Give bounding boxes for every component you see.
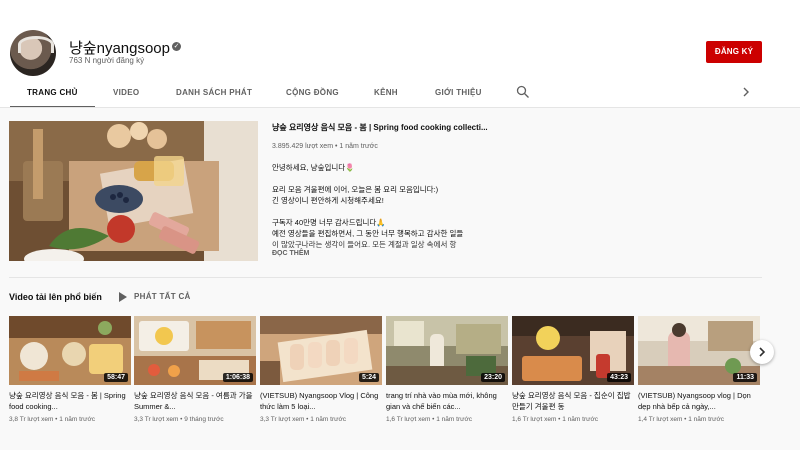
tab-about[interactable]: GIỚI THIỆU — [435, 88, 482, 97]
read-more-link[interactable]: ĐỌC THÊM — [272, 250, 309, 257]
page-margin — [772, 108, 800, 450]
header-divider — [0, 107, 800, 108]
video-meta: 3,3 Tr lượt xem • 9 tháng trước — [134, 416, 224, 423]
video-thumbnail[interactable]: 1:06:38 — [134, 316, 256, 385]
tab-community[interactable]: CỘNG ĐỒNG — [286, 88, 339, 97]
tab-playlists[interactable]: DANH SÁCH PHÁT — [176, 88, 252, 97]
carousel-next-button[interactable] — [750, 340, 774, 364]
video-meta: 3,8 Tr lượt xem • 1 năm trước — [9, 416, 95, 423]
description-line: 긴 영상이니 편안하게 시청해주세요! — [272, 196, 384, 205]
video-thumbnail[interactable]: 23:20 — [386, 316, 508, 385]
video-thumbnail[interactable]: 5:24 — [260, 316, 382, 385]
video-thumbnail[interactable]: 11:33 — [638, 316, 760, 385]
tab-videos[interactable]: VIDEO — [113, 88, 139, 97]
chevron-right-icon — [759, 347, 766, 357]
section-divider — [9, 277, 762, 278]
channel-tabs: TRANG CHỦ VIDEO DANH SÁCH PHÁT CỘNG ĐỒNG… — [0, 80, 800, 108]
video-title[interactable]: (VIETSUB) Nyangsoop vlog | Dọn dẹp nhà b… — [638, 390, 760, 412]
chevron-right-icon[interactable] — [740, 85, 752, 99]
video-thumbnail[interactable]: 43:23 — [512, 316, 634, 385]
video-title[interactable]: (VIETSUB) Nyangsoop Vlog | Công thức làm… — [260, 390, 382, 412]
subscribe-button[interactable]: ĐĂNG KÝ — [706, 41, 762, 63]
video-duration: 23:20 — [481, 373, 505, 382]
featured-video-title[interactable]: 냥숲 요리영상 음식 모음 - 봄 | Spring food cooking … — [272, 122, 512, 133]
video-meta: 1,6 Tr lượt xem • 1 năm trước — [386, 416, 472, 423]
search-icon[interactable] — [516, 85, 530, 99]
video-meta: 3,3 Tr lượt xem • 1 năm trước — [260, 416, 346, 423]
description-line: 이 많았구나라는 생각이 들어요. 모든 계절과 일상 속에서 항 — [272, 240, 457, 249]
description-line: 예전 영상들을 편집하면서, 그 동안 너무 행복하고 감사한 일들 — [272, 229, 464, 238]
video-meta: 1,6 Tr lượt xem • 1 năm trước — [512, 416, 598, 423]
video-duration: 58:47 — [104, 373, 128, 382]
video-duration: 43:23 — [607, 373, 631, 382]
featured-video-description: 안녕하세요, 냥숲입니다🌷 요리 모음 겨울편에 이어, 오늘은 봄 요리 모음… — [272, 162, 512, 250]
description-line: 구독자 40만명 너무 감사드립니다🙏 — [272, 218, 386, 227]
description-line: 안녕하세요, 냥숲입니다🌷 — [272, 163, 355, 172]
play-icon[interactable] — [118, 292, 127, 302]
video-title[interactable]: 냥숲 요리영상 음식 모음 - 봄 | Spring food cooking.… — [9, 390, 131, 412]
video-duration: 1:06:38 — [222, 373, 253, 382]
description-line: 요리 모음 겨울편에 이어, 오늘은 봄 요리 모음입니다:) — [272, 185, 439, 194]
featured-video-thumbnail[interactable] — [9, 121, 258, 261]
tab-channels[interactable]: KÊNH — [374, 88, 398, 97]
verified-check-icon: ✓ — [172, 42, 181, 51]
video-title[interactable]: 냥숲 요리영상 음식 모음 - 여름과 가을 Summer &... — [134, 390, 256, 412]
tab-home[interactable]: TRANG CHỦ — [27, 88, 78, 97]
section-title[interactable]: Video tải lên phổ biến — [9, 292, 102, 302]
video-meta: 1,4 Tr lượt xem • 1 năm trước — [638, 416, 724, 423]
channel-header: 냥숲nyangsoop ✓ 763 N người đăng ký ĐĂNG K… — [0, 26, 800, 108]
channel-name[interactable]: 냥숲nyangsoop — [69, 37, 170, 58]
video-duration: 11:33 — [733, 373, 757, 382]
channel-avatar[interactable] — [10, 30, 56, 76]
video-duration: 5:24 — [358, 373, 379, 382]
video-thumbnail[interactable]: 58:47 — [9, 316, 131, 385]
subscriber-count: 763 N người đăng ký — [69, 56, 145, 65]
featured-video-meta: 3.895.429 lượt xem • 1 năm trước — [272, 143, 378, 150]
video-title[interactable]: 냥숲 요리영상 음식 모음 - 집순이 집밥 만들기 겨울편 동 — [512, 390, 634, 412]
play-all-button[interactable]: PHÁT TẤT CẢ — [134, 292, 191, 301]
top-strip — [0, 0, 800, 26]
video-title[interactable]: trang trí nhà vào mùa mới, không gian và… — [386, 390, 508, 412]
